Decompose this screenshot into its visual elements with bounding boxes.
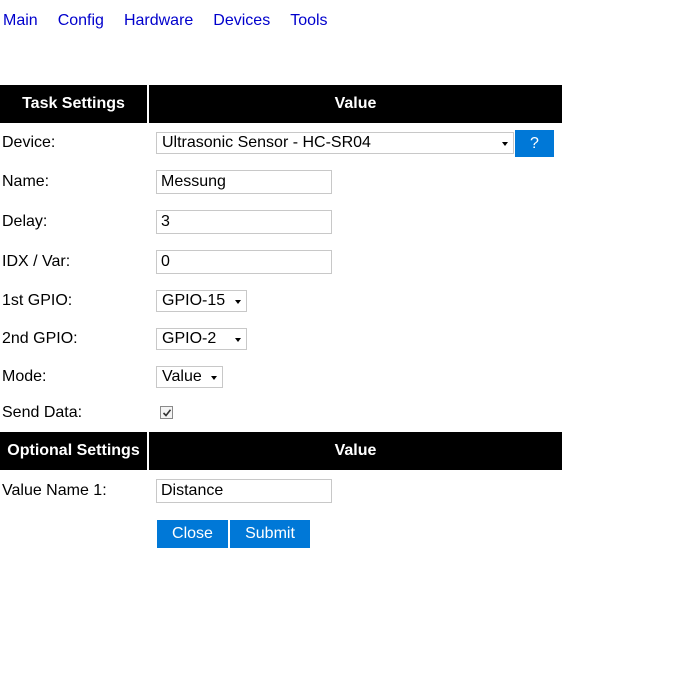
device-label: Device: [2,134,56,151]
chevron-down-icon [235,300,241,304]
name-label: Name: [2,173,50,190]
nav-config[interactable]: Config [58,11,104,31]
gpio2-label: 2nd GPIO: [2,330,78,347]
gpio2-select[interactable]: GPIO-2 [156,328,247,350]
chevron-down-icon [235,338,241,342]
task-settings-header: Task Settings Value [0,85,562,123]
top-nav: Main Config Hardware Devices Tools [3,11,348,31]
mode-label: Mode: [2,368,47,385]
optional-settings-header-label: Optional Settings [0,432,147,470]
nav-devices[interactable]: Devices [213,11,270,31]
gpio2-select-value: GPIO-2 [162,330,217,347]
device-help-button[interactable]: ? [515,130,554,157]
submit-button[interactable]: Submit [230,520,310,548]
close-button[interactable]: Close [157,520,228,548]
chevron-down-icon [211,376,217,380]
send-data-label: Send Data: [2,404,83,421]
device-select-value: Ultrasonic Sensor - HC-SR04 [162,134,371,151]
value-name-1-input[interactable] [156,479,332,503]
gpio1-label: 1st GPIO: [2,292,73,309]
delay-label: Delay: [2,213,48,230]
mode-select-value: Value [162,368,202,385]
task-settings-value-header: Value [149,85,562,123]
send-data-checkbox[interactable] [160,406,173,419]
nav-tools[interactable]: Tools [290,11,327,31]
check-icon [162,409,172,417]
nav-main[interactable]: Main [3,11,38,31]
optional-settings-header: Optional Settings Value [0,432,562,470]
delay-input[interactable] [156,210,332,234]
device-select[interactable]: Ultrasonic Sensor - HC-SR04 [156,132,514,154]
idx-input[interactable] [156,250,332,274]
gpio1-select-value: GPIO-15 [162,292,226,309]
idx-label: IDX / Var: [2,253,71,270]
name-input[interactable] [156,170,332,194]
nav-hardware[interactable]: Hardware [124,11,193,31]
task-settings-header-label: Task Settings [0,85,147,123]
chevron-down-icon [502,142,508,146]
gpio1-select[interactable]: GPIO-15 [156,290,247,312]
optional-settings-value-header: Value [149,432,562,470]
value-name-1-label: Value Name 1: [2,482,107,499]
mode-select[interactable]: Value [156,366,223,388]
